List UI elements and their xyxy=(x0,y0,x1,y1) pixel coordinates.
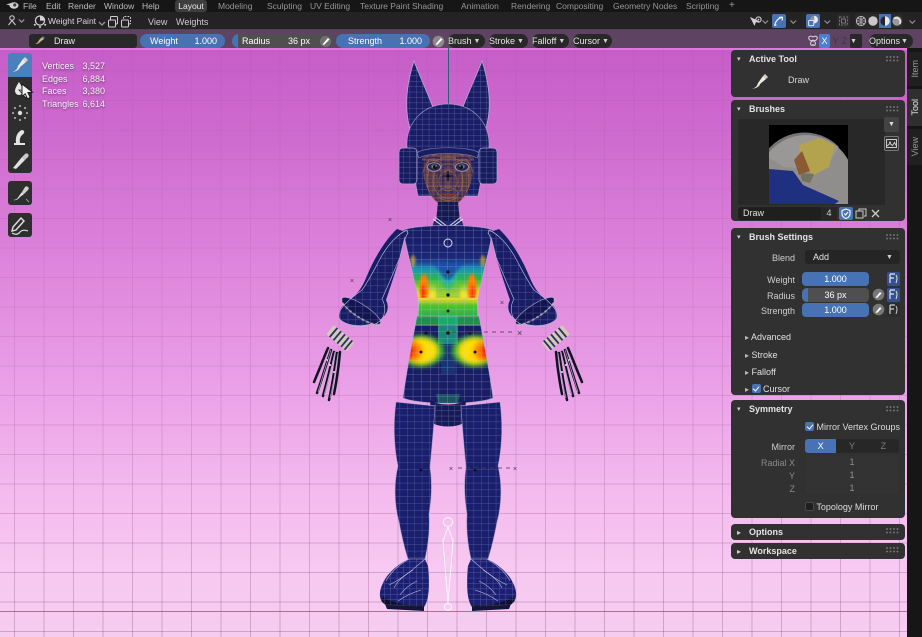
svg-text:×: × xyxy=(350,278,354,285)
svg-text:×: × xyxy=(500,300,504,307)
svg-text:×: × xyxy=(513,466,517,473)
svg-text:×: × xyxy=(449,466,453,473)
svg-text:×: × xyxy=(517,328,522,338)
svg-text:×: × xyxy=(388,217,392,224)
